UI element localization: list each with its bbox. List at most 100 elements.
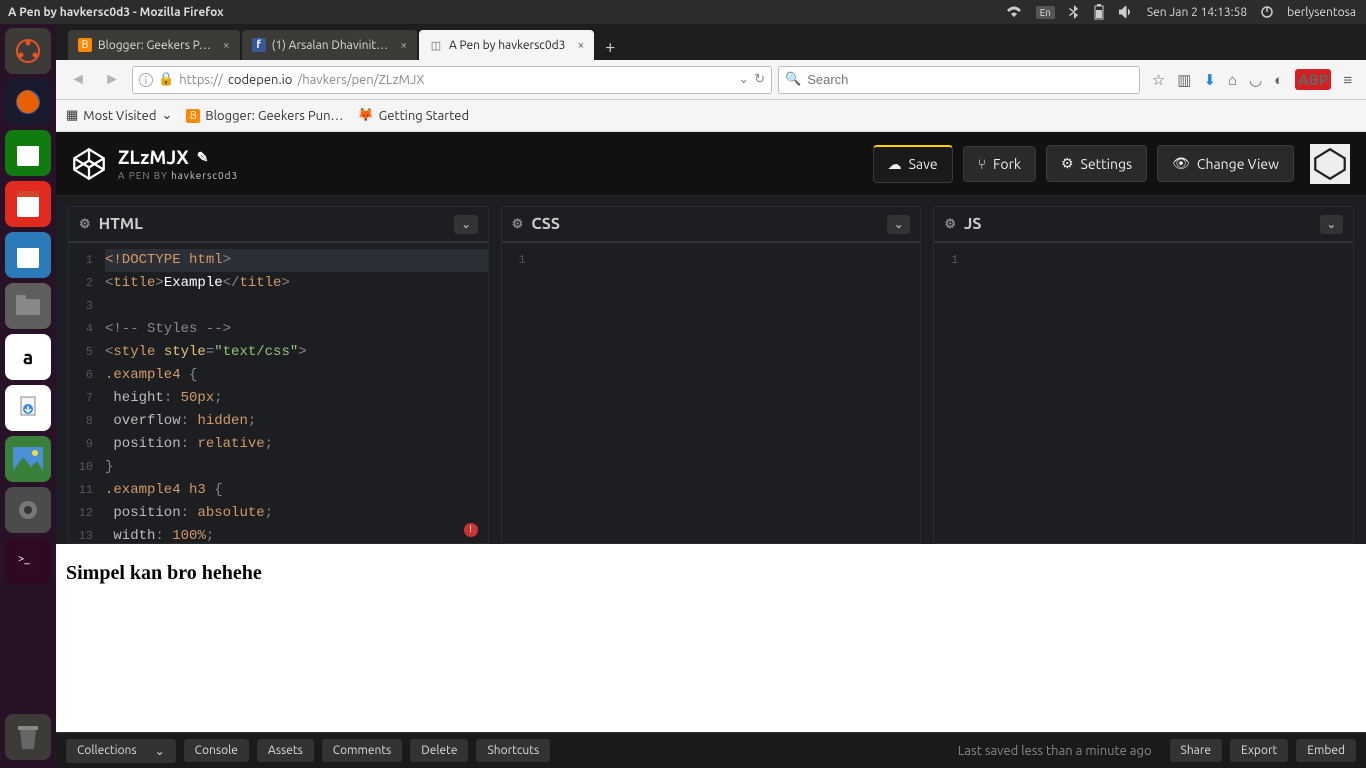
- eye-icon: 👁: [1172, 155, 1190, 172]
- home-icon[interactable]: ⌂: [1228, 71, 1237, 89]
- line-gutter: 1234567891011121314: [69, 243, 99, 543]
- gear-icon[interactable]: ⚙: [79, 217, 91, 232]
- code-area[interactable]: 1: [934, 243, 1353, 543]
- editor-label: CSS: [531, 215, 560, 233]
- folder-icon: ▦: [66, 108, 78, 123]
- change-view-button[interactable]: 👁Change View: [1157, 145, 1294, 182]
- shortcuts-button[interactable]: Shortcuts: [476, 739, 550, 762]
- editor-label: JS: [964, 215, 981, 233]
- sidebar-icon[interactable]: ▥: [1177, 71, 1191, 89]
- byline-prefix: A PEN BY: [118, 170, 171, 181]
- url-host: codepen.io: [228, 73, 293, 87]
- line-gutter: 1: [502, 243, 532, 543]
- edit-icon[interactable]: ✎: [197, 149, 209, 166]
- tab-label: A Pen by havkersc0d3: [449, 39, 565, 52]
- share-button[interactable]: Share: [1170, 739, 1222, 762]
- download-icon[interactable]: ⬇: [1203, 71, 1216, 89]
- collections-button[interactable]: Collections⌄: [66, 739, 176, 763]
- code-area[interactable]: 1: [502, 243, 921, 543]
- error-icon[interactable]: !: [464, 523, 478, 537]
- url-prefix: https://: [179, 73, 223, 87]
- tab-label: Blogger: Geekers P…: [98, 39, 211, 52]
- dash-icon[interactable]: [5, 28, 51, 74]
- tab-codepen[interactable]: ◫ A Pen by havkersc0d3 ×: [419, 30, 594, 60]
- star-icon[interactable]: ☆: [1152, 71, 1165, 89]
- menu-icon[interactable]: ≡: [1343, 71, 1352, 89]
- impress-icon[interactable]: [5, 181, 51, 227]
- delete-button[interactable]: Delete: [410, 739, 468, 762]
- wifi-icon[interactable]: [1006, 6, 1022, 18]
- html-editor: ⚙ HTML ⌄ 1234567891011121314 <!DOCTYPE h…: [68, 206, 489, 544]
- system-menubar: A Pen by havkersc0d3 - Mozilla Firefox E…: [0, 0, 1366, 24]
- embed-button[interactable]: Embed: [1296, 739, 1356, 762]
- info-icon[interactable]: i: [139, 73, 153, 87]
- fork-icon: ⑂: [978, 156, 986, 172]
- new-tab-button[interactable]: +: [596, 34, 624, 60]
- shield-icon[interactable]: ◐: [1274, 71, 1283, 89]
- close-icon[interactable]: ×: [223, 39, 230, 52]
- back-button[interactable]: ◄: [64, 66, 92, 94]
- codepen-footer: Collections⌄ Console Assets Comments Del…: [56, 732, 1366, 768]
- save-status: Last saved less than a minute ago: [958, 744, 1162, 758]
- chevron-down-icon[interactable]: ⌄: [887, 215, 910, 234]
- pocket-icon[interactable]: ◡: [1249, 71, 1262, 89]
- chevron-down-icon[interactable]: ⌄: [454, 215, 477, 234]
- writer-icon[interactable]: [5, 232, 51, 278]
- window-title: A Pen by havkersc0d3 - Mozilla Firefox: [0, 6, 1006, 19]
- chevron-down-icon[interactable]: ⌄: [1320, 215, 1343, 234]
- console-button[interactable]: Console: [184, 739, 249, 762]
- software-icon[interactable]: [5, 385, 51, 431]
- clock[interactable]: Sen Jan 2 14:13:58: [1147, 6, 1247, 19]
- search-input[interactable]: [807, 72, 1133, 87]
- js-editor: ⚙ JS ⌄ 1: [933, 206, 1354, 544]
- calc-icon[interactable]: [5, 130, 51, 176]
- tab-blogger[interactable]: B Blogger: Geekers P… ×: [68, 30, 240, 60]
- cloud-icon: ☁: [888, 156, 902, 173]
- lang-indicator[interactable]: En: [1036, 6, 1055, 19]
- reload-icon[interactable]: ↻: [754, 72, 765, 87]
- tab-facebook[interactable]: f (1) Arsalan Dhavinit… ×: [242, 30, 417, 60]
- files-icon[interactable]: [5, 283, 51, 329]
- output-preview: Simpel kan bro hehehe: [56, 544, 1366, 732]
- volume-icon[interactable]: [1119, 6, 1133, 18]
- settings-button[interactable]: ⚙Settings: [1046, 145, 1147, 182]
- save-button[interactable]: ☁Save: [873, 145, 953, 183]
- url-bar[interactable]: i 🔒 https://codepen.io/havkers/pen/ZLzMJ…: [132, 66, 772, 94]
- amazon-icon[interactable]: a: [5, 334, 51, 380]
- export-button[interactable]: Export: [1230, 739, 1288, 762]
- svg-text:>_: >_: [18, 553, 30, 565]
- unity-launcher: a >_: [0, 0, 56, 768]
- power-icon[interactable]: [1261, 6, 1273, 18]
- chevron-down-icon: ⌄: [155, 744, 165, 758]
- username[interactable]: berlysentosa: [1287, 6, 1356, 19]
- gear-icon[interactable]: ⚙: [512, 217, 524, 232]
- bluetooth-icon[interactable]: [1069, 5, 1079, 19]
- chevron-down-icon: ⌄: [161, 108, 172, 123]
- photo-icon[interactable]: [5, 436, 51, 482]
- forward-button[interactable]: ►: [98, 66, 126, 94]
- bookmark-most-visited[interactable]: ▦ Most Visited ⌄: [66, 108, 172, 123]
- gear-icon: ⚙: [1061, 155, 1074, 172]
- settings-icon[interactable]: [5, 487, 51, 533]
- editor-label: HTML: [99, 215, 143, 233]
- author-link[interactable]: havkersc0d3: [171, 170, 238, 181]
- terminal-icon[interactable]: >_: [5, 538, 51, 584]
- close-icon[interactable]: ×: [577, 39, 584, 52]
- user-avatar[interactable]: [1310, 144, 1350, 184]
- fork-button[interactable]: ⑂Fork: [963, 146, 1036, 182]
- close-icon[interactable]: ×: [400, 39, 407, 52]
- abp-icon[interactable]: ABP: [1295, 69, 1331, 90]
- battery-icon[interactable]: [1093, 4, 1105, 20]
- gear-icon[interactable]: ⚙: [944, 217, 956, 232]
- comments-button[interactable]: Comments: [322, 739, 402, 762]
- codepen-logo-icon[interactable]: [72, 147, 106, 181]
- code-area[interactable]: 1234567891011121314 <!DOCTYPE html> <tit…: [69, 243, 488, 543]
- firefox-icon[interactable]: [5, 79, 51, 125]
- assets-button[interactable]: Assets: [257, 739, 314, 762]
- blogger-favicon: B: [78, 38, 92, 52]
- search-bar[interactable]: 🔍: [778, 66, 1140, 94]
- trash-icon[interactable]: [5, 714, 51, 760]
- dropdown-icon[interactable]: ⌄: [738, 72, 749, 87]
- bookmark-getting-started[interactable]: 🦊 Getting Started: [357, 108, 469, 123]
- bookmark-blogger[interactable]: B Blogger: Geekers Pun…: [186, 109, 343, 123]
